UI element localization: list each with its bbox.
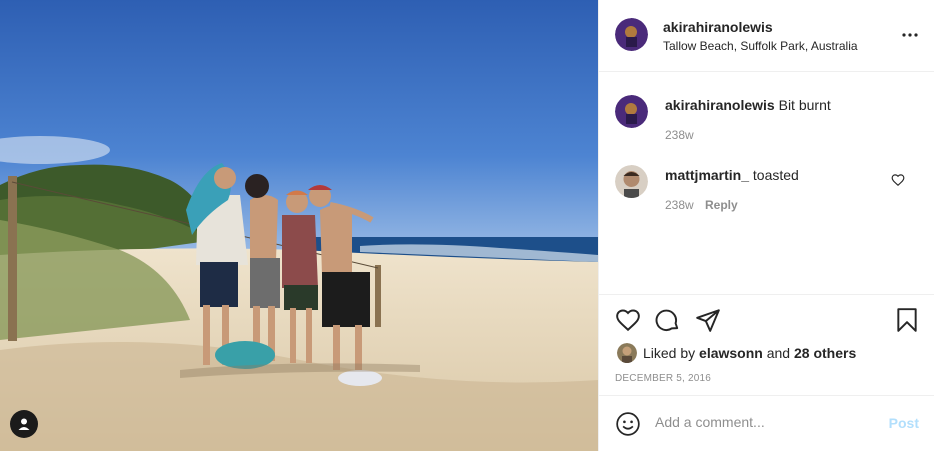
likes-summary: Liked by elawsonn and 28 others xyxy=(643,345,856,361)
comment-bubble-icon[interactable] xyxy=(655,307,681,333)
reply-button[interactable]: Reply xyxy=(705,198,738,212)
bookmark-icon[interactable] xyxy=(894,307,920,333)
post-header: akirahiranolewis Tallow Beach, Suffolk P… xyxy=(599,0,934,72)
liked-by-prefix: Liked by xyxy=(643,345,696,361)
post-actions: Liked by elawsonn and 28 others DECEMBER… xyxy=(599,294,934,395)
caption-text: Bit burnt xyxy=(778,97,831,113)
post-comment-button[interactable]: Post xyxy=(889,415,919,431)
add-comment-bar: Post xyxy=(599,395,934,451)
post-photo[interactable] xyxy=(0,0,598,451)
commenter-avatar[interactable] xyxy=(615,165,648,198)
caption-username[interactable]: akirahiranolewis xyxy=(665,97,775,113)
comment: mattjmartin_ toasted xyxy=(665,167,799,183)
comment-username[interactable]: mattjmartin_ xyxy=(665,167,749,183)
more-horizontal-icon[interactable] xyxy=(901,26,919,44)
comment-timestamp[interactable]: 238w xyxy=(665,198,694,212)
post-side-panel: akirahiranolewis Tallow Beach, Suffolk P… xyxy=(598,0,934,451)
caption-author-avatar[interactable] xyxy=(615,95,648,128)
user-tag-icon xyxy=(18,418,30,430)
smiley-icon[interactable] xyxy=(615,411,641,437)
user-tag-button[interactable] xyxy=(10,410,38,438)
author-avatar[interactable] xyxy=(615,18,648,51)
heart-icon[interactable] xyxy=(891,173,905,187)
liker-username[interactable]: elawsonn xyxy=(699,345,763,361)
heart-icon[interactable] xyxy=(615,307,641,333)
liked-by-connector: and xyxy=(766,345,791,361)
post-location[interactable]: Tallow Beach, Suffolk Park, Australia xyxy=(663,39,858,53)
beach-photo-image xyxy=(0,0,598,451)
liker-avatar[interactable] xyxy=(617,343,637,363)
comment-input[interactable] xyxy=(655,414,875,430)
paper-plane-icon[interactable] xyxy=(695,307,721,333)
caption: akirahiranolewis Bit burnt xyxy=(665,97,831,113)
caption-timestamp[interactable]: 238w xyxy=(665,128,694,142)
author-username[interactable]: akirahiranolewis xyxy=(663,19,773,35)
comment-text: toasted xyxy=(752,167,799,183)
likes-others-link[interactable]: 28 others xyxy=(794,345,856,361)
post-date[interactable]: DECEMBER 5, 2016 xyxy=(615,373,711,384)
